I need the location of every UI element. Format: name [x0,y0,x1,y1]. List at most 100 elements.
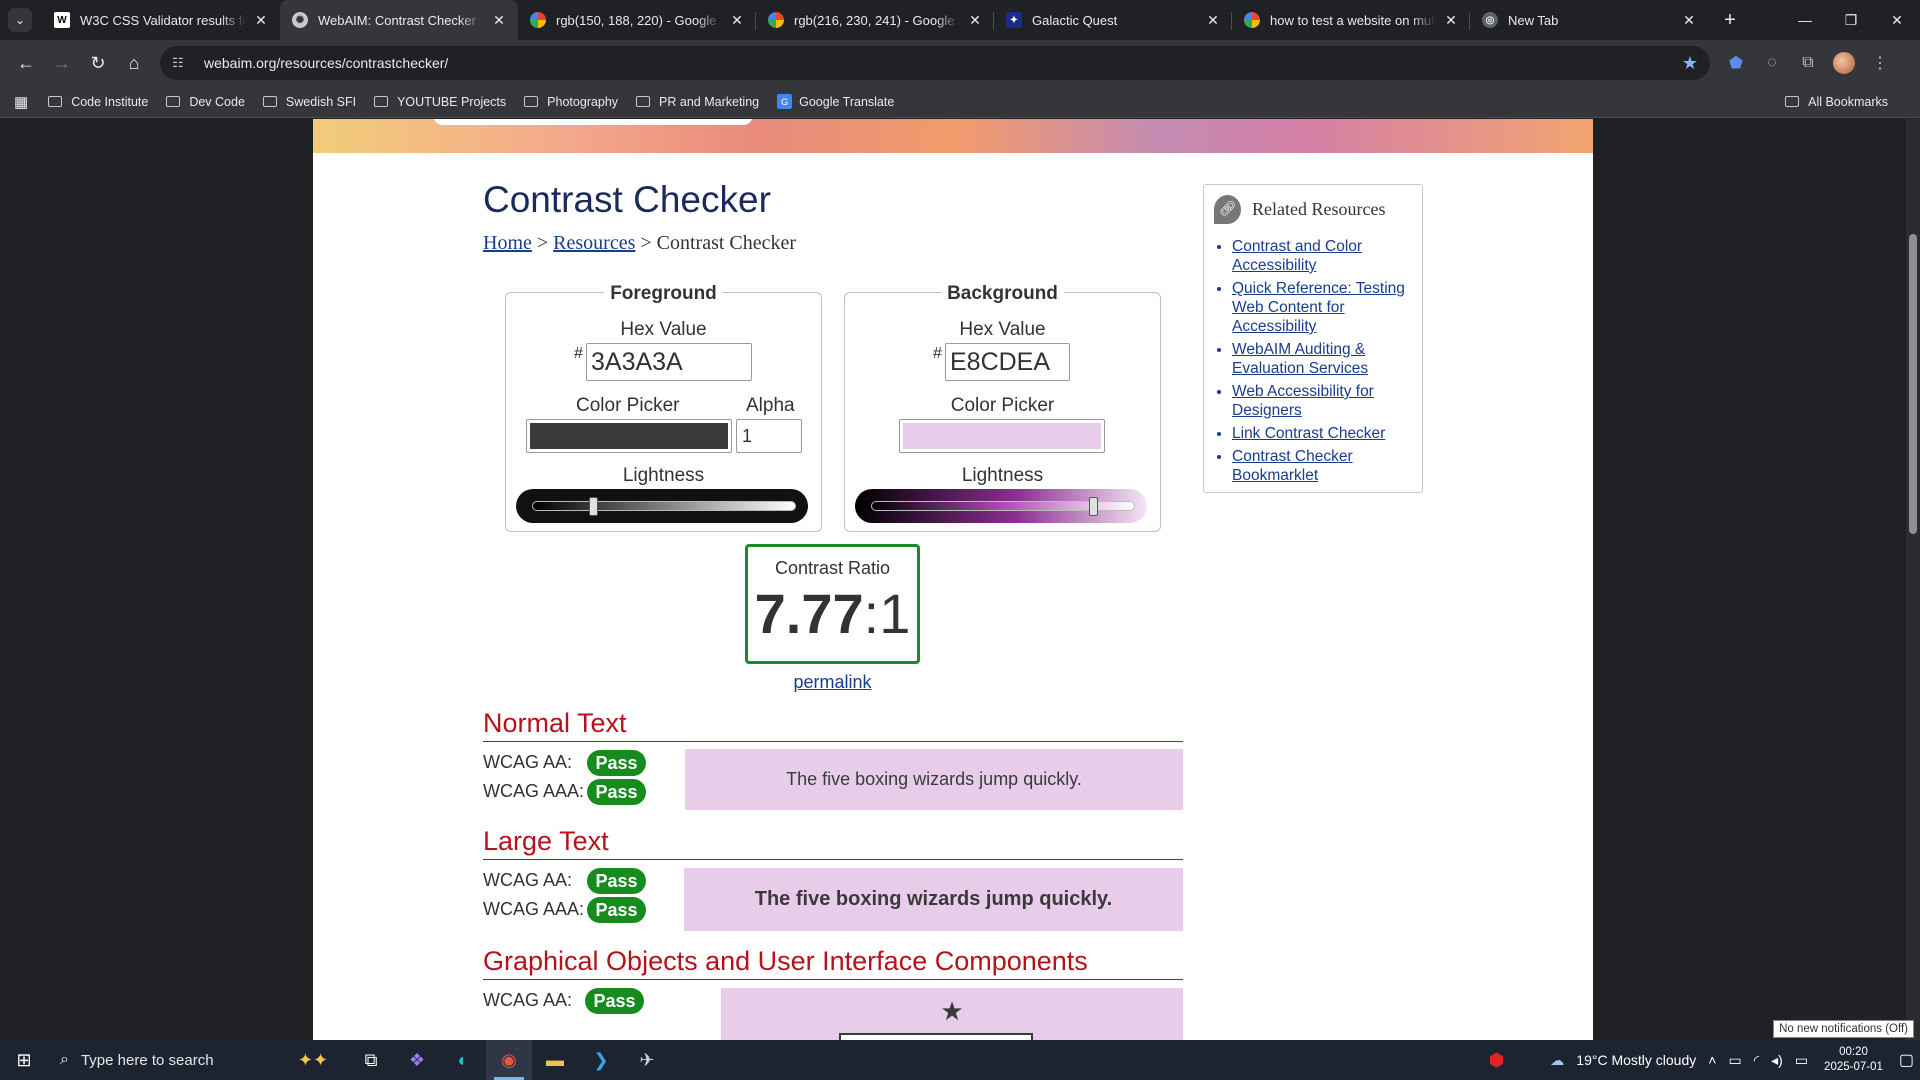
breadcrumb-home-link[interactable]: Home [483,232,532,254]
fg-lightness-slider[interactable] [516,489,808,523]
chrome-browser-icon[interactable]: ◉ [486,1040,532,1080]
weather-cloud-icon[interactable]: ☁ [1550,1052,1564,1069]
back-arrow-icon[interactable]: ← [8,45,44,81]
close-icon[interactable]: ✕ [728,11,746,29]
galactic-favicon-icon: ✦ [1006,12,1022,28]
bg-lightness-slider[interactable] [855,489,1147,523]
tab-google-search[interactable]: how to test a website on multip ✕ [1232,0,1470,40]
background-legend: Background [941,283,1064,304]
bg-hex-input[interactable]: E8CDEA [945,343,1070,381]
bookmark-google-translate[interactable]: G Google Translate [777,94,894,109]
reload-icon[interactable]: ↻ [80,45,116,81]
bookmark-label: Swedish SFI [285,94,357,109]
forward-arrow-icon[interactable]: → [44,45,80,81]
fg-hex-label: Hex Value [620,319,707,340]
notification-center-icon[interactable]: ▢ [1899,1050,1914,1070]
contrast-ratio-value: 7.77:1 [748,581,917,646]
close-icon[interactable]: ✕ [1442,11,1460,29]
close-icon[interactable]: ✕ [1204,11,1222,29]
breadcrumb-resources-link[interactable]: Resources [553,232,635,254]
related-link[interactable]: WebAIM Auditing & Evaluation Services [1232,341,1368,377]
restore-icon[interactable]: ❐ [1828,0,1874,40]
related-link[interactable]: Quick Reference: Testing Web Content for… [1232,280,1405,335]
bookmark-folder[interactable]: Swedish SFI [262,94,357,109]
copilot-app-icon[interactable]: ❖ [394,1040,440,1080]
meet-now-icon[interactable]: ▭ [1728,1052,1741,1069]
list-item: WebAIM Auditing & Evaluation Services [1232,340,1412,378]
tab-new-tab[interactable]: ◎ New Tab ✕ [1470,0,1708,40]
close-icon[interactable]: ✕ [966,11,984,29]
close-icon[interactable]: ✕ [490,11,508,29]
fg-hash: # [574,345,583,362]
tab-galactic-quest[interactable]: ✦ Galactic Quest ✕ [994,0,1232,40]
apps-grid-icon[interactable]: ▦ [14,93,28,111]
window-close-icon[interactable]: ✕ [1874,0,1920,40]
new-tab-button[interactable]: + [1716,6,1744,34]
tab-w3c[interactable]: W W3C CSS Validator results for Te ✕ [42,0,280,40]
bg-color-picker[interactable] [899,419,1105,453]
permalink-link[interactable]: permalink [745,672,920,693]
related-link[interactable]: Contrast and Color Accessibility [1232,238,1362,274]
volume-icon[interactable]: ◂) [1771,1052,1783,1069]
related-link[interactable]: Contrast Checker Bookmarklet [1232,448,1353,484]
extensions-puzzle-icon[interactable]: ⧉ [1790,45,1826,81]
network-icon[interactable]: ◜ [1754,1052,1759,1069]
bookmark-folder[interactable]: Photography [524,95,618,109]
battery-icon[interactable]: ▭ [1795,1052,1808,1069]
weather-text[interactable]: 19°C Mostly cloudy [1576,1052,1696,1068]
bookmark-folder[interactable]: Code Institute [48,95,148,109]
scrollbar-thumb[interactable] [1909,234,1917,534]
fg-swatch [530,423,728,449]
search-pill[interactable] [433,119,753,125]
close-icon[interactable]: ✕ [1680,11,1698,29]
pinned-app-icon[interactable]: ✈ [624,1040,670,1080]
close-icon[interactable]: ✕ [252,11,270,29]
tab-webaim[interactable]: ✺ WebAIM: Contrast Checker ✕ [280,0,518,40]
fg-color-picker[interactable] [526,419,732,453]
url-text[interactable]: webaim.org/resources/contrastchecker/ [204,55,1682,71]
edge-browser-icon[interactable]: ◐ [440,1040,486,1080]
windows-start-icon[interactable]: ⊞ [0,1040,48,1080]
fg-hex-input[interactable]: 3A3A3A [586,343,752,381]
bookmark-folder[interactable]: Dev Code [166,95,245,109]
site-info-icon[interactable]: ☷ [172,55,192,71]
tab-google-rgb-2[interactable]: rgb(216, 230, 241) - Google Sea ✕ [756,0,994,40]
extension-shield-icon[interactable]: ⬟ [1718,45,1754,81]
fg-lightness-thumb[interactable] [588,497,598,516]
bookmark-folder[interactable]: YOUTUBE Projects [374,95,506,109]
vertical-scrollbar[interactable] [1906,119,1920,1040]
copilot-sparkle-icon[interactable]: ✦✦ [278,1040,348,1080]
vscode-icon[interactable]: ❯ [578,1040,624,1080]
profile-avatar[interactable] [1826,45,1862,81]
normal-text-heading: Normal Text [483,708,1183,742]
bg-hex-label: Hex Value [959,319,1046,340]
related-resources-list: Contrast and Color Accessibility Quick R… [1214,237,1412,485]
antivirus-icon[interactable]: ⬢ [1489,1050,1505,1071]
bookmark-star-icon[interactable]: ★ [1682,53,1698,74]
bg-lightness-label: Lightness [961,465,1044,486]
tab-google-rgb-1[interactable]: rgb(150, 188, 220) - Google Sea ✕ [518,0,756,40]
bookmark-folder[interactable]: PR and Marketing [636,95,759,109]
related-resources-panel: 🔗︎ Related Resources Contrast and Color A… [1203,184,1423,493]
list-item: Contrast Checker Bookmarklet [1232,447,1412,485]
related-link[interactable]: Link Contrast Checker [1232,425,1385,442]
menu-kebab-icon[interactable]: ⋮ [1862,45,1898,81]
fg-alpha-input[interactable]: 1 [736,419,802,453]
foreground-fieldset: Foreground Hex Value # 3A3A3A Color Pick… [505,283,822,532]
bg-lightness-thumb[interactable] [1088,497,1098,516]
system-clock[interactable]: 00:20 2025-07-01 [1824,1045,1883,1075]
breadcrumb-separator: > [531,232,554,254]
all-bookmarks[interactable]: All Bookmarks [1785,95,1888,109]
browser-toolbar: ← → ↻ ⌂ ☷ webaim.org/resources/contrastc… [0,40,1920,86]
tab-search-button[interactable]: ⌄ [8,8,32,32]
file-explorer-icon[interactable]: ▬ [532,1040,578,1080]
chevron-up-icon[interactable]: ˄ [1708,1052,1716,1068]
task-view-icon[interactable]: ⧉ [348,1040,394,1080]
google-favicon-icon [1244,12,1260,28]
related-link[interactable]: Web Accessibility for Designers [1232,383,1374,419]
address-bar[interactable]: ☷ webaim.org/resources/contrastchecker/ … [160,46,1710,80]
minimize-icon[interactable]: — [1782,0,1828,40]
extension-spiral-icon[interactable]: ◌ [1754,45,1790,81]
taskbar-search[interactable]: ⌕ Type here to search [48,1040,278,1080]
home-icon[interactable]: ⌂ [116,45,152,81]
